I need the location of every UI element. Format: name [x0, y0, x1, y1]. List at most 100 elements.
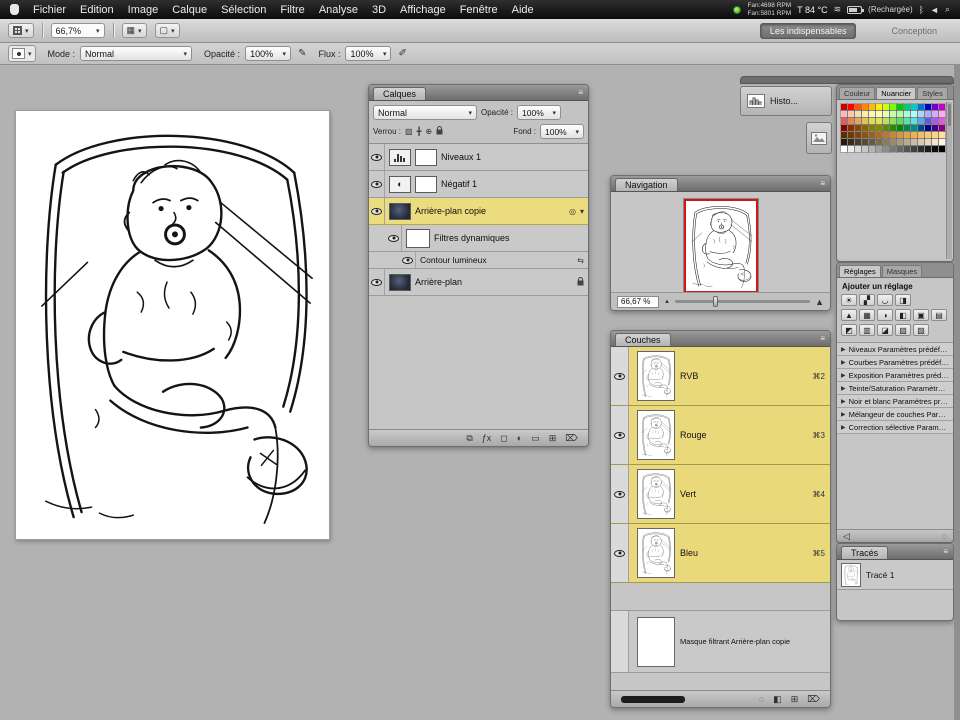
color-swatch[interactable] — [911, 104, 917, 110]
color-swatch[interactable] — [862, 146, 868, 152]
threshold-adjustment-icon[interactable]: ◪ — [877, 324, 893, 336]
color-swatch[interactable] — [855, 139, 861, 145]
color-swatch[interactable] — [897, 125, 903, 131]
color-swatch[interactable] — [862, 132, 868, 138]
tab-masques[interactable]: Masques — [881, 265, 923, 277]
lock-all-icon[interactable] — [436, 126, 443, 137]
layer-row-filtres-dynamiques[interactable]: Filtres dynamiques — [369, 225, 588, 252]
selective-color-adjustment-icon[interactable]: ▨ — [913, 324, 929, 336]
preset-group-correction-s-lective-par[interactable]: ▶Correction sélective Paramètres prédéfi… — [837, 421, 953, 434]
load-channel-selection-icon[interactable]: ◌ — [759, 694, 764, 704]
color-swatch[interactable] — [932, 104, 938, 110]
color-swatch[interactable] — [918, 111, 924, 117]
disclosure-triangle-icon[interactable]: ▶ — [841, 385, 846, 392]
new-group-icon[interactable]: ▭ — [531, 433, 540, 443]
color-swatch[interactable] — [876, 104, 882, 110]
zoom-in-icon[interactable]: ▲ — [815, 297, 824, 307]
color-swatch[interactable] — [883, 132, 889, 138]
disclosure-triangle-icon[interactable]: ▶ — [841, 398, 846, 405]
layer-mask-thumbnail[interactable] — [415, 148, 437, 166]
paths-panel-tab[interactable]: Tracés — [841, 546, 889, 559]
horizontal-scrollbar[interactable] — [621, 695, 685, 703]
color-swatch[interactable] — [876, 132, 882, 138]
color-swatch[interactable] — [932, 132, 938, 138]
disclosure-triangle-icon[interactable]: ▶ — [841, 411, 846, 418]
visibility-eye-icon[interactable] — [371, 180, 382, 188]
channels-panel-tab[interactable]: Couches — [615, 333, 671, 346]
levels-adjustment-thumbnail[interactable] — [389, 148, 411, 166]
new-channel-icon[interactable]: ⊞ — [791, 694, 799, 704]
layer-row-arri-re-plan-copie[interactable]: Arrière-plan copie ◎ ▾ — [369, 198, 588, 225]
menu-item-analyse[interactable]: Analyse — [319, 4, 358, 16]
color-swatch[interactable] — [939, 104, 945, 110]
channel-thumbnail[interactable] — [637, 469, 675, 519]
color-swatch[interactable] — [890, 111, 896, 117]
zoom-slider[interactable] — [674, 296, 811, 307]
lock-transparency-icon[interactable]: ▨ — [405, 127, 413, 136]
color-swatch[interactable] — [869, 104, 875, 110]
link-layers-icon[interactable]: ⧉ — [466, 433, 472, 443]
color-swatch[interactable] — [904, 118, 910, 124]
filter-blending-options-icon[interactable]: ⇆ — [577, 256, 584, 265]
path-row-trac-1[interactable]: Tracé 1 — [837, 560, 953, 590]
channel-row-bleu[interactable]: Bleu ⌘5 — [611, 524, 830, 583]
panel-menu-icon[interactable]: ≡ — [943, 547, 948, 556]
channel-thumbnail[interactable] — [637, 528, 675, 578]
color-swatch[interactable] — [855, 132, 861, 138]
delete-layer-icon[interactable]: ⌦ — [565, 433, 578, 443]
brightness-contrast-adjustment-icon[interactable]: ☀ — [841, 294, 857, 306]
color-swatch[interactable] — [848, 104, 854, 110]
workspace-design-button[interactable]: Conception — [882, 24, 946, 38]
layers-panel-header[interactable]: Calques ≡ — [369, 85, 588, 101]
color-swatch[interactable] — [855, 125, 861, 131]
panel-menu-icon[interactable]: ≡ — [820, 179, 825, 188]
preset-group-teinte-saturation-param-[interactable]: ▶Teinte/Saturation Paramètres prédéfinis — [837, 382, 953, 395]
preset-group-niveaux-param-tres-pr-d-[interactable]: ▶ Niveaux Paramètres prédéfinis — [837, 343, 953, 356]
color-swatch[interactable] — [841, 132, 847, 138]
color-swatch[interactable] — [918, 139, 924, 145]
layer-row-contour-lumineux[interactable]: Contour lumineux ⇆ — [369, 252, 588, 269]
layer-effects-icon[interactable]: ƒx — [482, 433, 492, 443]
color-swatch[interactable] — [911, 111, 917, 117]
color-swatch[interactable] — [876, 146, 882, 152]
disclosure-triangle-icon[interactable]: ▶ — [841, 346, 846, 353]
color-swatch[interactable] — [876, 111, 882, 117]
color-swatch[interactable] — [855, 111, 861, 117]
dock-header-bar[interactable] — [740, 76, 954, 84]
tablet-pressure-icon[interactable]: ✎ — [298, 48, 306, 59]
arrange-documents-dropdown[interactable]: ▦ ▾ — [121, 23, 147, 38]
visibility-eye-icon[interactable] — [614, 490, 625, 498]
menu-item-s-lection[interactable]: Sélection — [221, 4, 266, 16]
levels-adjustment-icon[interactable]: ▞ — [859, 294, 875, 306]
tab-nuancier[interactable]: Nuancier — [876, 87, 917, 99]
curves-adjustment-icon[interactable]: ◡ — [877, 294, 893, 306]
visibility-eye-icon[interactable] — [614, 372, 625, 380]
lock-position-icon[interactable]: ⊕ — [425, 127, 432, 136]
color-swatch[interactable] — [862, 104, 868, 110]
color-swatch[interactable] — [855, 118, 861, 124]
color-swatch[interactable] — [918, 104, 924, 110]
zoom-level-dropdown[interactable]: 66,7% ▾ — [50, 23, 105, 38]
visibility-eye-icon[interactable] — [371, 207, 382, 215]
color-swatch[interactable] — [848, 125, 854, 131]
collapsed-histogram-panel-button[interactable]: Histo... — [740, 86, 832, 116]
posterize-adjustment-icon[interactable]: ▥ — [859, 324, 875, 336]
zoom-slider-thumb[interactable] — [712, 296, 718, 307]
apple-menu-icon[interactable] — [10, 4, 19, 15]
color-swatch[interactable] — [869, 139, 875, 145]
navigator-zoom-field[interactable]: 66,67 % — [617, 295, 659, 308]
color-swatch[interactable] — [925, 146, 931, 152]
color-swatch[interactable] — [883, 104, 889, 110]
color-swatch[interactable] — [848, 111, 854, 117]
bluetooth-icon[interactable]: ᛒ — [919, 5, 924, 15]
color-swatch[interactable] — [869, 111, 875, 117]
color-swatch[interactable] — [841, 111, 847, 117]
color-swatch[interactable] — [939, 111, 945, 117]
color-swatch[interactable] — [939, 125, 945, 131]
gradient-map-adjustment-icon[interactable]: ▧ — [895, 324, 911, 336]
color-swatch[interactable] — [848, 139, 854, 145]
color-swatch[interactable] — [883, 111, 889, 117]
color-swatch[interactable] — [883, 118, 889, 124]
black-white-adjustment-icon[interactable]: ◧ — [895, 309, 911, 321]
color-swatch[interactable] — [862, 125, 868, 131]
